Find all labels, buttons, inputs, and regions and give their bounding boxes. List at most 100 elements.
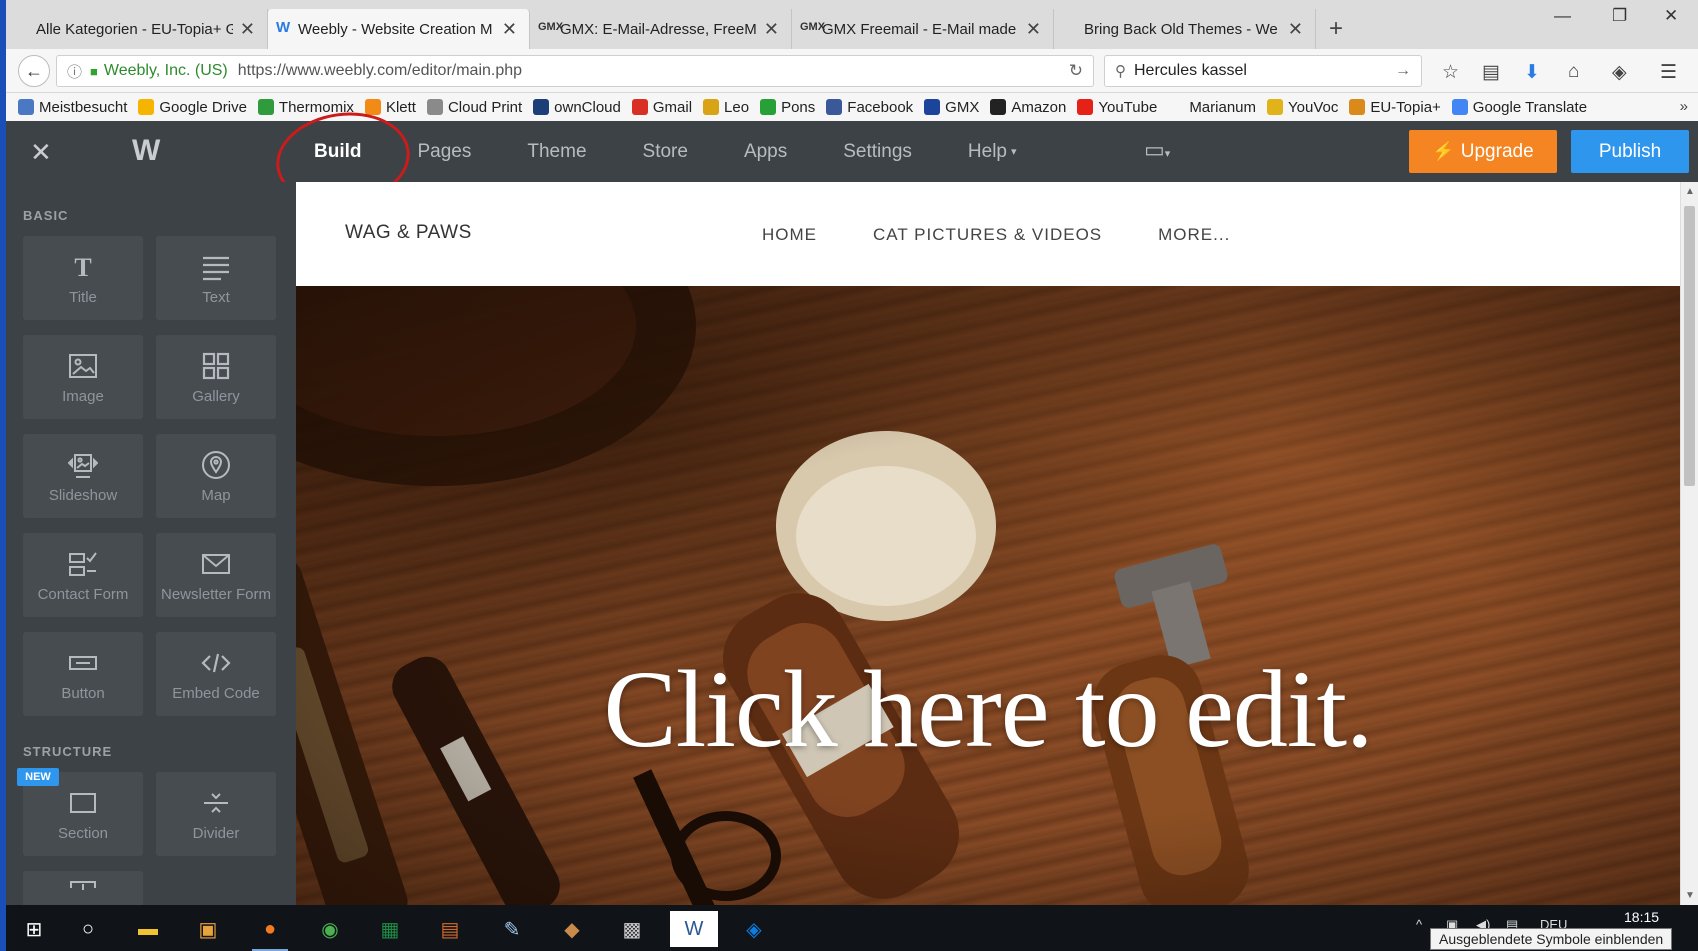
info-icon[interactable]: ⓘ <box>67 61 82 82</box>
tab-apps[interactable]: Apps <box>716 121 815 182</box>
tab-settings[interactable]: Settings <box>815 121 940 182</box>
bookmark-star-icon[interactable]: ☆ <box>1442 61 1459 84</box>
hero-banner[interactable]: Click here to edit. <box>296 286 1680 905</box>
bookmark-item[interactable]: ownCloud <box>533 99 621 116</box>
bookmark-item[interactable]: Facebook <box>826 99 913 116</box>
search-value: Hercules kassel <box>1134 62 1247 79</box>
close-editor-icon[interactable]: ✕ <box>30 137 52 168</box>
site-canvas[interactable]: WAG & PAWS HOME CAT PICTURES & VIDEOS MO… <box>296 182 1680 905</box>
bookmark-item[interactable]: Leo <box>703 99 749 116</box>
tab-help[interactable]: Help ▾ <box>940 121 1045 182</box>
search-input[interactable]: ⚲ Hercules kassel → <box>1104 55 1422 87</box>
element-embed-code[interactable]: Embed Code <box>156 632 276 716</box>
site-identity: Weebly, Inc. (US) <box>103 62 228 79</box>
library-icon[interactable]: ▤ <box>1482 61 1500 84</box>
tab-build[interactable]: Build <box>286 121 390 182</box>
close-tab-icon[interactable]: ✕ <box>1026 19 1041 40</box>
close-tab-icon[interactable]: ✕ <box>240 19 255 40</box>
element-text[interactable]: Text <box>156 236 276 320</box>
desktop-preview-icon[interactable]: ▭▾ <box>1144 137 1170 163</box>
publish-button[interactable]: Publish <box>1571 130 1689 173</box>
address-bar[interactable]: ⓘ ■ Weebly, Inc. (US) https://www.weebly… <box>56 55 1094 87</box>
element-divider[interactable]: Divider <box>156 772 276 856</box>
word-icon[interactable]: W <box>670 911 718 947</box>
element-image[interactable]: Image <box>23 335 143 419</box>
excel-icon[interactable]: ▦ <box>366 911 414 947</box>
window-close-icon[interactable]: ✕ <box>1664 6 1678 26</box>
element-slideshow[interactable]: Slideshow <box>23 434 143 518</box>
reload-icon[interactable]: ↻ <box>1069 61 1083 81</box>
bookmark-item[interactable]: Gmail <box>631 99 692 116</box>
hero-headline[interactable]: Click here to edit. <box>296 646 1680 773</box>
powerpoint-icon[interactable]: ▤ <box>426 911 474 947</box>
bookmarks-overflow-icon[interactable]: » <box>1680 98 1688 115</box>
menu-icon[interactable]: ☰ <box>1660 61 1677 84</box>
tab-theme[interactable]: Theme <box>499 121 614 182</box>
back-arrow-icon[interactable]: ← <box>18 55 50 87</box>
go-arrow-icon[interactable]: → <box>1395 62 1411 80</box>
browser-tab[interactable]: GMX GMX: E-Mail-Adresse, FreeM ✕ <box>530 9 792 49</box>
scroll-down-icon[interactable]: ▼ <box>1685 890 1695 901</box>
bookmark-item[interactable]: Thermomix <box>257 99 354 116</box>
firefox-icon[interactable]: ● <box>246 911 294 951</box>
bookmark-item[interactable]: Google Drive <box>138 99 247 116</box>
site-title[interactable]: WAG & PAWS <box>345 222 472 244</box>
media-player-icon[interactable]: ▣ <box>184 911 232 947</box>
minimize-icon[interactable]: — <box>1554 6 1571 26</box>
element-gallery[interactable]: Gallery <box>156 335 276 419</box>
bookmark-item[interactable]: Klett <box>364 99 416 116</box>
weebly-logo-icon[interactable]: W <box>132 134 160 168</box>
bookmark-item[interactable]: Google Translate <box>1451 99 1587 116</box>
element-partial[interactable] <box>23 871 143 905</box>
dropbox-icon[interactable]: ◈ <box>730 911 778 947</box>
chrome-icon[interactable]: ◉ <box>306 911 354 947</box>
element-title[interactable]: T Title <box>23 236 143 320</box>
url-text[interactable]: https://www.weebly.com/editor/main.php <box>238 62 522 80</box>
bookmark-item[interactable]: Cloud Print <box>426 99 522 116</box>
site-nav-home[interactable]: HOME <box>762 225 817 245</box>
restore-icon[interactable]: ❐ <box>1612 6 1627 26</box>
movie-maker-icon[interactable]: ▩ <box>608 911 656 947</box>
close-tab-icon[interactable]: ✕ <box>502 19 517 40</box>
site-nav-more[interactable]: MORE... <box>1158 225 1230 245</box>
element-map[interactable]: Map <box>156 434 276 518</box>
tab-pages[interactable]: Pages <box>390 121 500 182</box>
pocket-icon[interactable]: ◈ <box>1612 61 1627 84</box>
canvas-scrollbar[interactable]: ▲ ▼ <box>1680 182 1698 905</box>
browser-tab-active[interactable]: W Weebly - Website Creation M ✕ <box>268 9 530 49</box>
site-nav-cat-pictures[interactable]: CAT PICTURES & VIDEOS <box>873 225 1102 245</box>
bookmark-item[interactable]: Amazon <box>990 99 1066 116</box>
app-icon[interactable]: ◆ <box>548 911 596 947</box>
file-explorer-icon[interactable]: ▬ <box>124 911 172 947</box>
close-tab-icon[interactable]: ✕ <box>764 19 779 40</box>
site-nav: HOME CAT PICTURES & VIDEOS MORE... <box>762 225 1286 245</box>
tab-help-label: Help <box>967 140 1007 162</box>
bookmark-item[interactable]: YouVoc <box>1267 99 1338 116</box>
cortana-icon[interactable]: ○ <box>64 911 112 947</box>
taskbar-clock[interactable]: 18:15 <box>1624 909 1659 925</box>
close-tab-icon[interactable]: ✕ <box>1288 19 1303 40</box>
bookmark-item[interactable]: YouTube <box>1077 99 1157 116</box>
home-icon[interactable]: ⌂ <box>1568 61 1579 83</box>
new-tab-icon[interactable]: + <box>1316 9 1356 49</box>
bookmark-item[interactable]: Meistbesucht <box>18 99 127 116</box>
windows-start-icon[interactable]: ⊞ <box>10 911 58 947</box>
scrollbar-thumb[interactable] <box>1684 206 1695 486</box>
bookmark-item[interactable]: Pons <box>760 99 815 116</box>
browser-tab[interactable]: Bring Back Old Themes - We ✕ <box>1054 9 1316 49</box>
bookmark-item[interactable]: GMX <box>924 99 979 116</box>
element-button[interactable]: Button <box>23 632 143 716</box>
upgrade-button[interactable]: ⚡ Upgrade <box>1409 130 1557 173</box>
tray-chevron-icon[interactable]: ^ <box>1416 917 1422 932</box>
bookmark-item[interactable]: EU-Topia+ <box>1349 99 1441 116</box>
element-contact-form[interactable]: Contact Form <box>23 533 143 617</box>
tab-store[interactable]: Store <box>615 121 716 182</box>
scroll-up-icon[interactable]: ▲ <box>1685 186 1695 197</box>
browser-tab[interactable]: GMX GMX Freemail - E-Mail made ✕ <box>792 9 1054 49</box>
bookmark-item[interactable]: Marianum <box>1168 99 1256 116</box>
bookmark-favicon-icon <box>990 99 1007 115</box>
element-newsletter-form[interactable]: Newsletter Form <box>156 533 276 617</box>
browser-tab[interactable]: Alle Kategorien - EU-Topia+ Ger ✕ <box>6 9 268 49</box>
paint-icon[interactable]: ✎ <box>488 911 536 947</box>
download-icon[interactable]: ⬇ <box>1524 61 1540 84</box>
